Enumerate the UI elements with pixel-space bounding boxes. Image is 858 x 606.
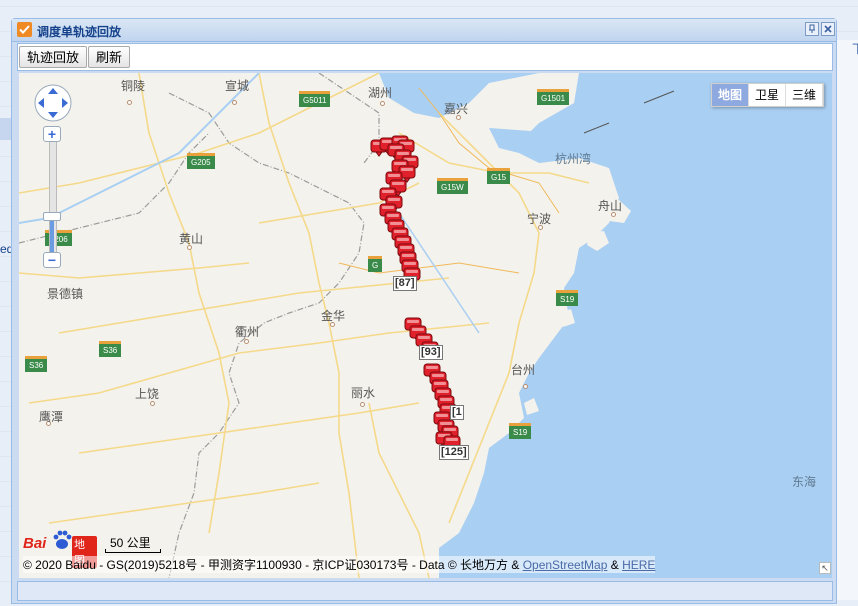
- pan-control[interactable]: [33, 83, 73, 123]
- map-type-satellite[interactable]: 卫星: [749, 84, 787, 106]
- background-side-link[interactable]: 下: [852, 40, 858, 57]
- zoom-handle[interactable]: [43, 212, 61, 221]
- pan-arrows-icon[interactable]: [33, 83, 73, 123]
- copyright-text: © 2020 Baidu - GS(2019)5218号 - 甲测资字11009…: [23, 558, 523, 572]
- track-playback-window: 调度单轨迹回放 轨迹回放 刷新 铜陵 宣城 湖州 嘉兴 杭州湾 舟山 宁波 黄山…: [11, 18, 837, 604]
- marker-label: [87]: [393, 276, 417, 291]
- map-type-switcher: 地图 卫星 三维: [711, 83, 825, 107]
- city-label: 宁波: [527, 212, 552, 226]
- baidu-logo[interactable]: Bai 地图: [23, 530, 97, 568]
- checkbox-icon: [17, 22, 32, 37]
- osm-link[interactable]: OpenStreetMap: [523, 558, 608, 572]
- highway-shield: S36: [25, 356, 48, 372]
- city-label: 上饶: [135, 387, 160, 401]
- city-label: 鹰潭: [39, 410, 64, 424]
- map-type-map[interactable]: 地图: [712, 84, 750, 106]
- close-icon[interactable]: [821, 22, 835, 36]
- highway-shield: G5011: [299, 91, 331, 107]
- city-dot: [232, 100, 237, 105]
- window-toolbar: 轨迹回放 刷新: [17, 43, 833, 71]
- city-dot: [360, 402, 365, 407]
- zoom-in-button[interactable]: +: [43, 126, 61, 142]
- map-type-3d[interactable]: 三维: [786, 84, 824, 106]
- map-scale-bar: [105, 549, 161, 553]
- highway-shield: S36: [99, 341, 122, 357]
- city-dot: [523, 384, 528, 389]
- marker-label: [93]: [419, 345, 443, 360]
- marker-label: [1: [450, 405, 464, 420]
- city-label: 铜陵: [121, 79, 146, 93]
- highway-shield: G205: [187, 153, 215, 169]
- highway-shield: G1501: [537, 89, 570, 105]
- zoom-slider[interactable]: + −: [43, 126, 61, 268]
- paw-icon: [53, 530, 72, 549]
- highway-shield: G: [368, 256, 383, 272]
- collapse-corner-icon[interactable]: ↖: [819, 562, 831, 574]
- here-link[interactable]: HERE: [622, 558, 655, 572]
- baidu-logo-text: Bai: [23, 535, 47, 552]
- city-label: 台州: [511, 363, 536, 377]
- highway-shield: S19: [556, 290, 579, 306]
- city-label: 舟山: [598, 199, 623, 213]
- window-titlebar[interactable]: 调度单轨迹回放: [12, 19, 836, 42]
- city-label: 金华: [321, 309, 346, 323]
- copyright-amp: &: [607, 558, 623, 572]
- city-dot: [380, 101, 385, 106]
- zoom-level-fill: [50, 220, 54, 256]
- city-label: 宣城: [225, 79, 250, 93]
- marker-label: [125]: [439, 445, 469, 460]
- window-footer-bar: [17, 581, 833, 601]
- refresh-button[interactable]: 刷新: [88, 46, 131, 68]
- city-dot: [127, 100, 132, 105]
- map-view[interactable]: 铜陵 宣城 湖州 嘉兴 杭州湾 舟山 宁波 黄山 景德镇 衢州 金华 台州 丽水…: [19, 73, 832, 578]
- highway-shield: G15W: [437, 178, 468, 194]
- map-copyright: © 2020 Baidu - GS(2019)5218号 - 甲测资字11009…: [23, 556, 656, 573]
- highway-shield: S19: [509, 423, 532, 439]
- pin-icon[interactable]: [805, 22, 819, 36]
- city-label: 景德镇: [47, 287, 84, 301]
- city-label: 黄山: [179, 232, 204, 246]
- track-playback-button[interactable]: 轨迹回放: [19, 46, 88, 68]
- city-label: 湖州: [368, 86, 393, 100]
- zoom-out-button[interactable]: −: [43, 252, 61, 268]
- window-title: 调度单轨迹回放: [37, 25, 122, 39]
- bay-label: 杭州湾: [555, 152, 592, 166]
- city-label: 嘉兴: [444, 102, 469, 116]
- highway-shield: G15: [487, 168, 511, 184]
- city-label: 丽水: [351, 386, 376, 400]
- sea-label: 东海: [792, 475, 817, 489]
- city-label: 衢州: [235, 325, 260, 339]
